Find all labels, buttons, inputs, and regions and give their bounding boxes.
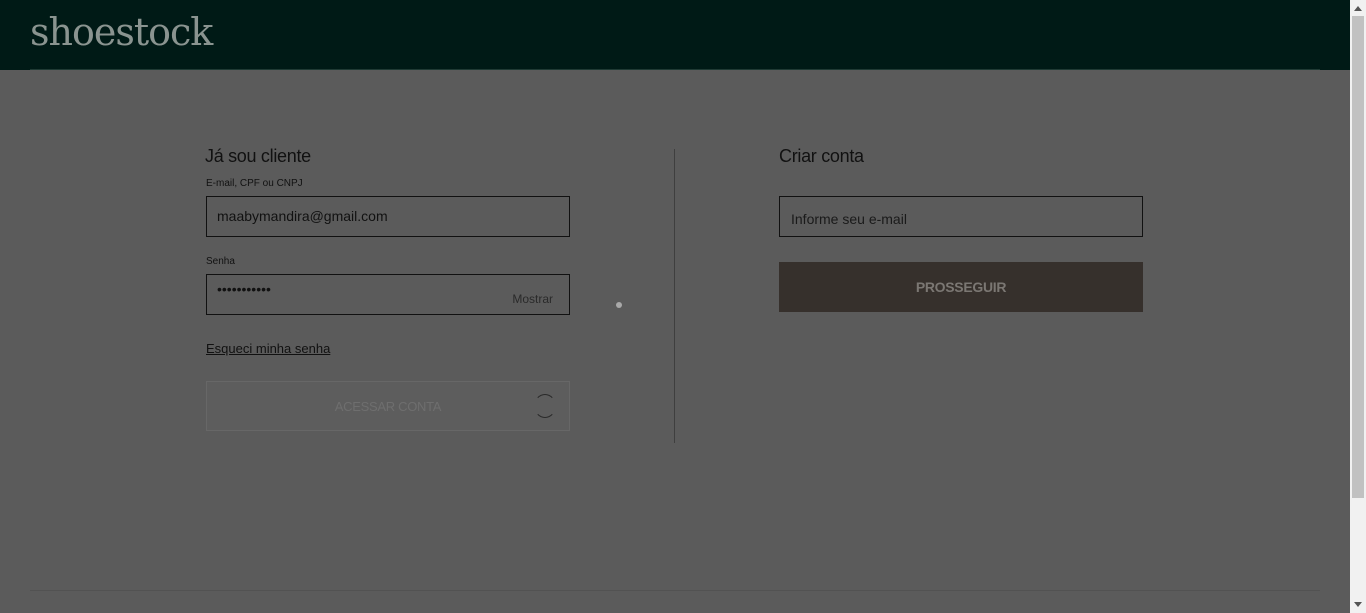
scroll-up-icon[interactable] xyxy=(1354,6,1362,11)
email-field-label: E-mail, CPF ou CNPJ xyxy=(206,178,303,189)
login-section-title: Já sou cliente xyxy=(205,146,311,166)
proceed-button[interactable]: PROSSEGUIR xyxy=(779,262,1143,312)
access-account-label: ACESSAR CONTA xyxy=(334,399,442,414)
page-scrollbar[interactable] xyxy=(1350,0,1366,613)
create-account-title: Criar conta xyxy=(779,146,864,166)
email-field[interactable]: maabymandira@gmail.com xyxy=(206,196,570,237)
scroll-down-icon[interactable] xyxy=(1354,602,1362,607)
password-field[interactable]: ••••••••••• Mostrar xyxy=(206,274,570,315)
footer-divider xyxy=(30,590,1320,591)
column-divider xyxy=(674,149,675,443)
spinner-icon xyxy=(534,394,556,418)
create-email-input[interactable]: Informe seu e-mail xyxy=(779,196,1143,237)
shoestock-logo[interactable]: shoestock xyxy=(30,10,213,54)
password-value: ••••••••••• xyxy=(217,281,271,297)
site-header: shoestock xyxy=(0,0,1350,70)
scroll-thumb[interactable] xyxy=(1352,16,1364,498)
access-account-button[interactable]: ACESSAR CONTA xyxy=(206,381,570,431)
loading-dot-icon xyxy=(616,302,622,308)
header-divider xyxy=(30,69,1320,70)
show-password-button[interactable]: Mostrar xyxy=(512,292,553,306)
password-field-label: Senha xyxy=(206,256,235,267)
forgot-password-link[interactable]: Esqueci minha senha xyxy=(206,341,330,356)
